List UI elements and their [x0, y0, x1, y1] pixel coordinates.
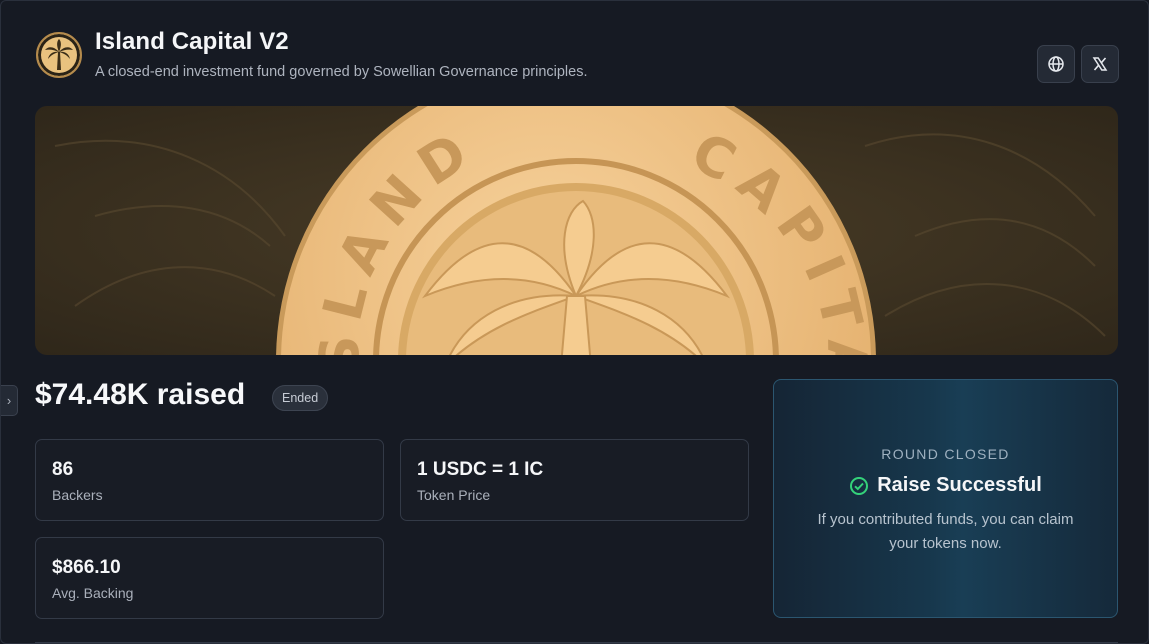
round-label: ROUND CLOSED [881, 446, 1010, 462]
stat-value: 1 USDC = 1 IC [417, 459, 544, 480]
amount-raised: $74.48K raised [35, 378, 246, 411]
website-button[interactable] [1037, 45, 1075, 83]
chevron-right-icon: › [6, 393, 12, 408]
round-message: If you contributed funds, you can claim … [817, 511, 1074, 552]
palm-tree-icon [45, 39, 73, 70]
stat-card-backers: 86 Backers [35, 439, 384, 521]
stat-label: Avg. Backing [52, 585, 134, 601]
stat-label: Backers [52, 487, 103, 503]
round-status: Raise Successful [774, 474, 1117, 497]
check-circle-icon [850, 476, 869, 495]
stat-value: $866.10 [52, 557, 121, 578]
status-badge: Ended [272, 385, 329, 411]
x-social-button[interactable] [1081, 45, 1119, 83]
project-banner: ISLAND CAPITAL [35, 106, 1118, 355]
project-logo [36, 32, 82, 78]
divider [35, 642, 1118, 643]
stat-label: Token Price [417, 487, 491, 503]
x-logo-icon [1092, 57, 1108, 71]
sidebar-toggle-button[interactable]: › [1, 385, 18, 416]
stat-card-avg-backing: $866.10 Avg. Backing [35, 537, 384, 619]
stat-card-token-price: 1 USDC = 1 IC Token Price [400, 439, 749, 521]
project-page: Island Capital V2 A closed-end investmen… [0, 0, 1149, 644]
globe-icon [1048, 56, 1064, 72]
project-title: Island Capital V2 [95, 28, 289, 55]
round-status-card: ROUND CLOSED Raise Successful If you con… [773, 379, 1118, 618]
round-status-text: Raise Successful [877, 474, 1042, 496]
project-subtitle: A closed-end investment fund governed by… [95, 64, 588, 80]
stat-value: 86 [52, 459, 74, 480]
